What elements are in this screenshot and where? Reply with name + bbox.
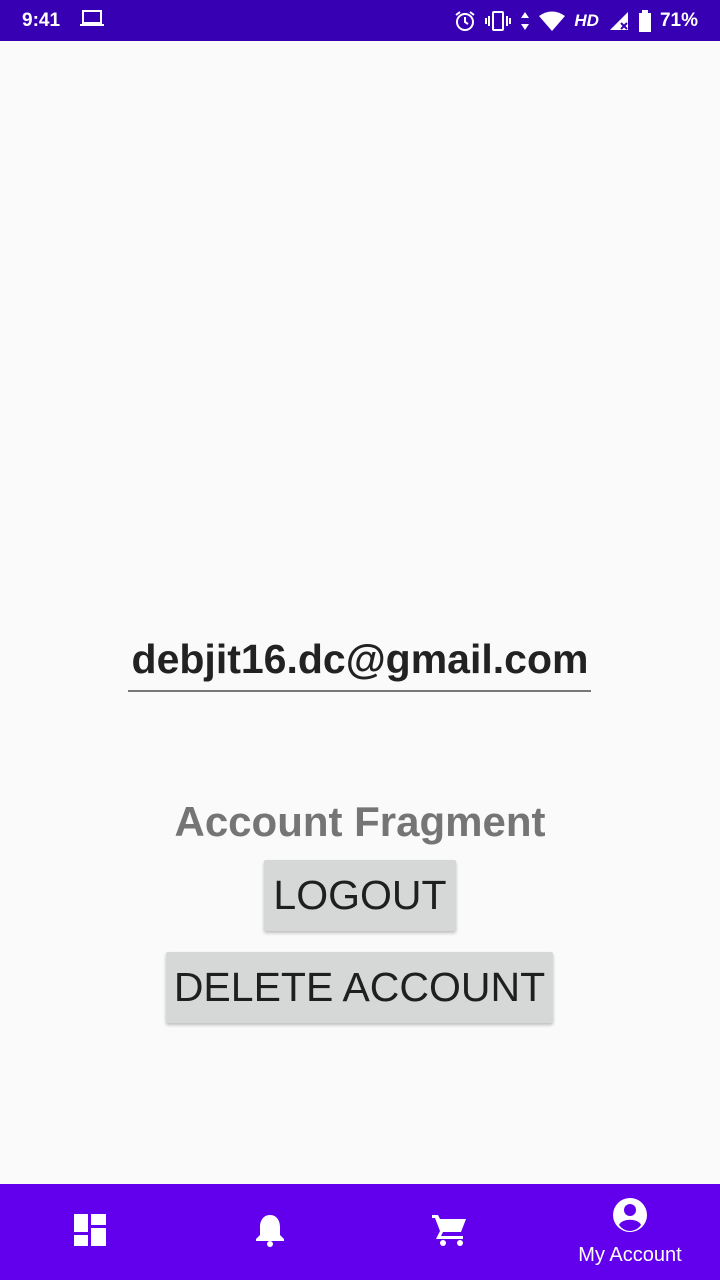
signal-icon — [608, 10, 630, 32]
battery-icon — [638, 9, 651, 32]
nav-label-my-account: My Account — [578, 1244, 682, 1266]
nav-item-my-account[interactable]: My Account — [540, 1184, 720, 1280]
battery-percentage: 71% — [659, 9, 698, 31]
email-underline — [128, 690, 591, 692]
nav-item-dashboard[interactable] — [0, 1184, 180, 1280]
bottom-navigation: My Account — [0, 1184, 720, 1280]
account-circle-icon — [612, 1197, 648, 1238]
nav-item-cart[interactable] — [360, 1184, 540, 1280]
bell-icon — [255, 1213, 285, 1252]
page-title: Account Fragment — [174, 798, 546, 845]
email-text: debjit16.dc@gmail.com — [131, 636, 589, 682]
network-type: HD — [574, 10, 599, 30]
alarm-icon — [454, 10, 476, 32]
delete-account-button[interactable]: DELETE ACCOUNT — [166, 952, 553, 1023]
nav-item-notifications[interactable] — [180, 1184, 360, 1280]
wifi-icon — [539, 11, 566, 31]
vibrate-icon — [485, 10, 512, 32]
laptop-icon — [80, 8, 105, 33]
status-time: 9:41 — [22, 9, 61, 31]
cart-icon — [432, 1213, 468, 1252]
status-bar: 9:41 HD 71% — [0, 0, 720, 41]
logout-button[interactable]: LOGOUT — [264, 860, 456, 931]
dashboard-icon — [74, 1213, 106, 1251]
data-arrows-icon — [520, 10, 530, 32]
